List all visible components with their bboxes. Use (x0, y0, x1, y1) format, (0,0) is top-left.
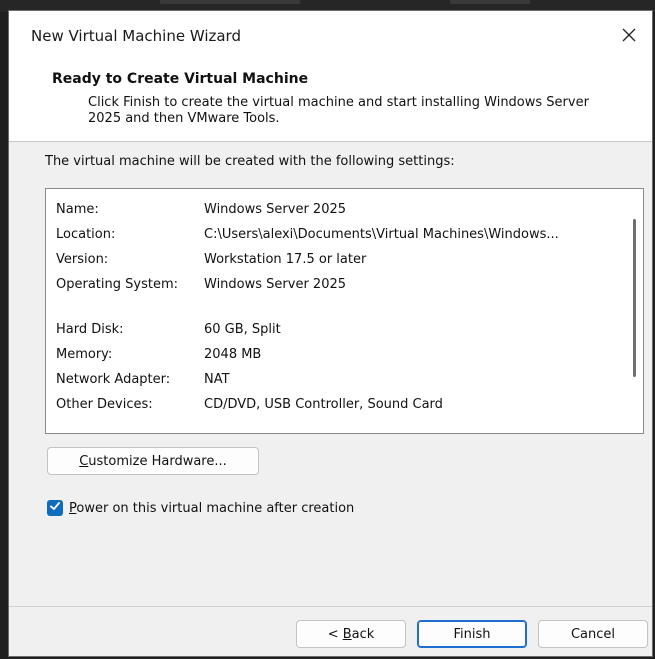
settings-key: Name: (56, 202, 99, 217)
settings-value: NAT (204, 372, 230, 387)
settings-summary-list[interactable]: Name: Windows Server 2025 Location: C:\U… (45, 188, 644, 434)
settings-key: Network Adapter: (56, 372, 171, 387)
background-text-fragment (160, 0, 300, 4)
header-title: Ready to Create Virtual Machine (52, 71, 309, 87)
settings-key: Location: (56, 227, 116, 242)
cancel-label: Cancel (570, 626, 616, 642)
settings-key: Hard Disk: (56, 322, 124, 337)
settings-key: Other Devices: (56, 397, 153, 412)
settings-intro-text: The virtual machine will be created with… (45, 154, 455, 169)
window-title: New Virtual Machine Wizard (31, 27, 241, 45)
customize-accelerator: C (79, 453, 89, 469)
back-prefix: < (327, 626, 343, 642)
back-accelerator: B (342, 626, 352, 642)
background-text-fragment (450, 0, 530, 4)
settings-key: Memory: (56, 347, 113, 362)
settings-value: 2048 MB (204, 347, 262, 362)
settings-value: Windows Server 2025 (204, 277, 347, 292)
close-button[interactable] (606, 11, 652, 61)
scrollbar-thumb[interactable] (633, 219, 636, 377)
settings-value: Windows Server 2025 (204, 202, 347, 217)
settings-value: Workstation 17.5 or later (204, 252, 367, 267)
cancel-button[interactable]: Cancel (538, 620, 648, 648)
title-bar: New Virtual Machine Wizard (9, 11, 652, 61)
wizard-header: Ready to Create Virtual Machine Click Fi… (9, 61, 652, 142)
close-icon (622, 27, 636, 46)
customize-label: ustomize Hardware... (88, 453, 227, 469)
settings-value: 60 GB, Split (204, 322, 281, 337)
settings-key: Version: (56, 252, 109, 267)
customize-hardware-button[interactable]: Customize Hardware... (47, 447, 259, 475)
new-vm-wizard-dialog: New Virtual Machine Wizard Ready to Crea… (8, 10, 653, 657)
finish-label: Finish (453, 626, 491, 642)
power-on-label: Power on this virtual machine after crea… (69, 501, 354, 516)
settings-key: Operating System: (56, 277, 178, 292)
power-on-option[interactable]: Power on this virtual machine after crea… (47, 500, 354, 516)
back-label: ack (351, 626, 375, 642)
header-description: Click Finish to create the virtual machi… (88, 95, 589, 126)
power-on-label-rest: ower on this virtual machine after creat… (76, 500, 355, 516)
checkmark-icon (49, 500, 61, 516)
footer-separator (9, 606, 652, 607)
power-on-checkbox[interactable] (47, 500, 63, 516)
finish-button[interactable]: Finish (417, 620, 527, 648)
back-button[interactable]: < Back (296, 620, 406, 648)
settings-value: CD/DVD, USB Controller, Sound Card (204, 397, 443, 412)
vertical-scrollbar[interactable] (625, 189, 643, 433)
settings-value: C:\Users\alexi\Documents\Virtual Machine… (204, 227, 559, 242)
